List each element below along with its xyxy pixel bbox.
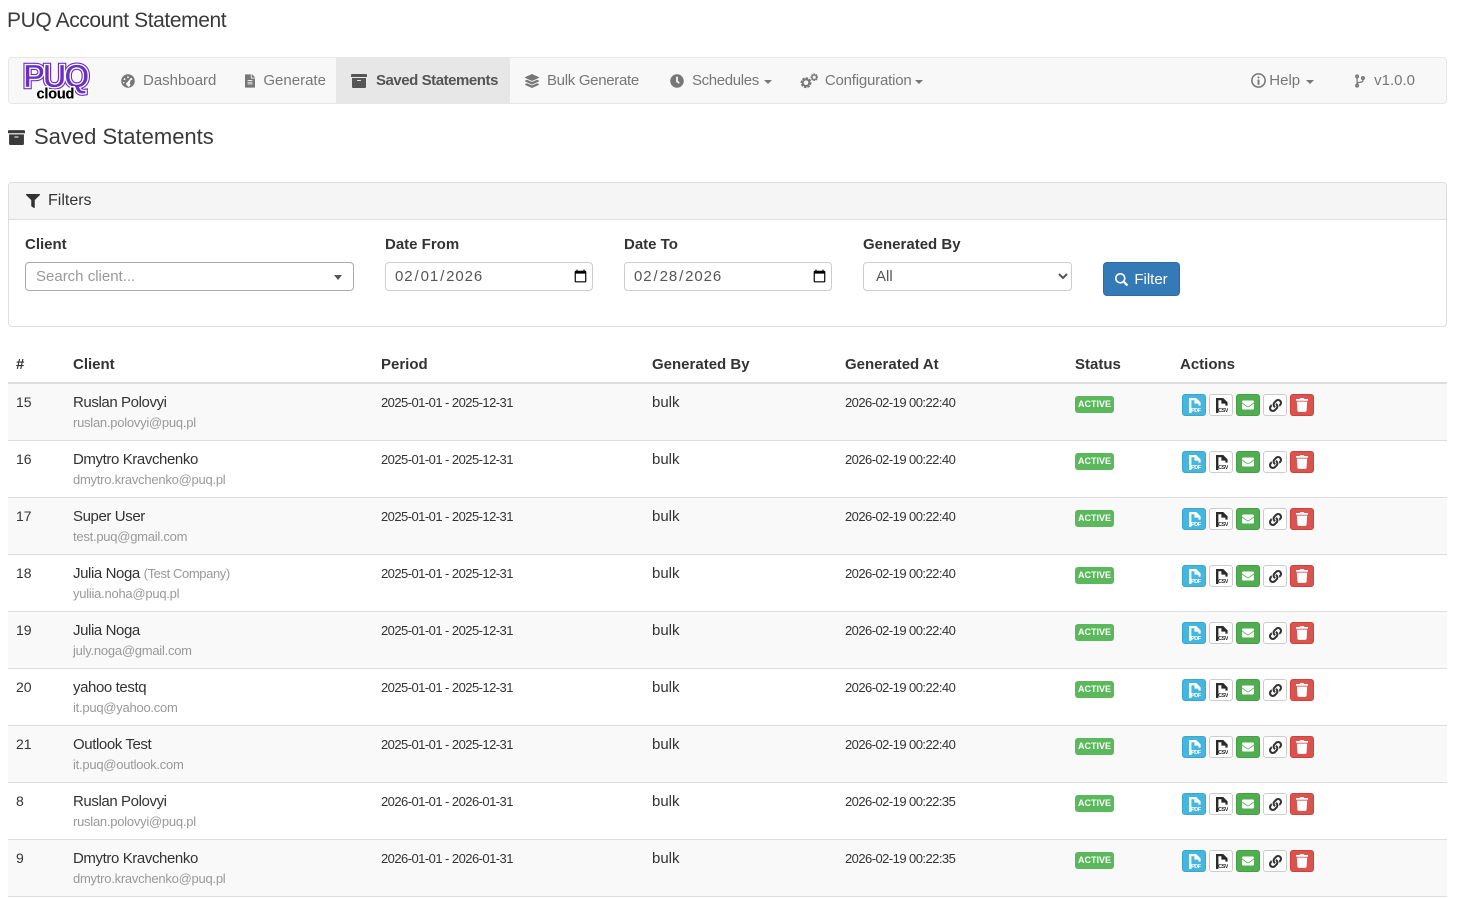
svg-text:PDF: PDF [1191,863,1201,868]
svg-text:CSV: CSV [1218,806,1228,811]
svg-text:CSV: CSV [1218,635,1228,640]
svg-text:CSV: CSV [1218,692,1228,697]
svg-text:PDF: PDF [1191,749,1201,754]
svg-text:PDF: PDF [1191,692,1201,697]
svg-text:PDF: PDF [1191,806,1201,811]
svg-text:PDF: PDF [1191,407,1201,412]
svg-text:CSV: CSV [1218,749,1228,754]
svg-text:CSV: CSV [1218,464,1228,469]
svg-text:cloud: cloud [37,86,75,102]
svg-text:CSV: CSV [1218,521,1228,526]
svg-text:CSV: CSV [1218,863,1228,868]
svg-text:PDF: PDF [1191,578,1201,583]
svg-text:CSV: CSV [1218,407,1228,412]
svg-text:PDF: PDF [1191,635,1201,640]
svg-text:PDF: PDF [1191,464,1201,469]
svg-text:CSV: CSV [1218,578,1228,583]
svg-text:PDF: PDF [1191,521,1201,526]
